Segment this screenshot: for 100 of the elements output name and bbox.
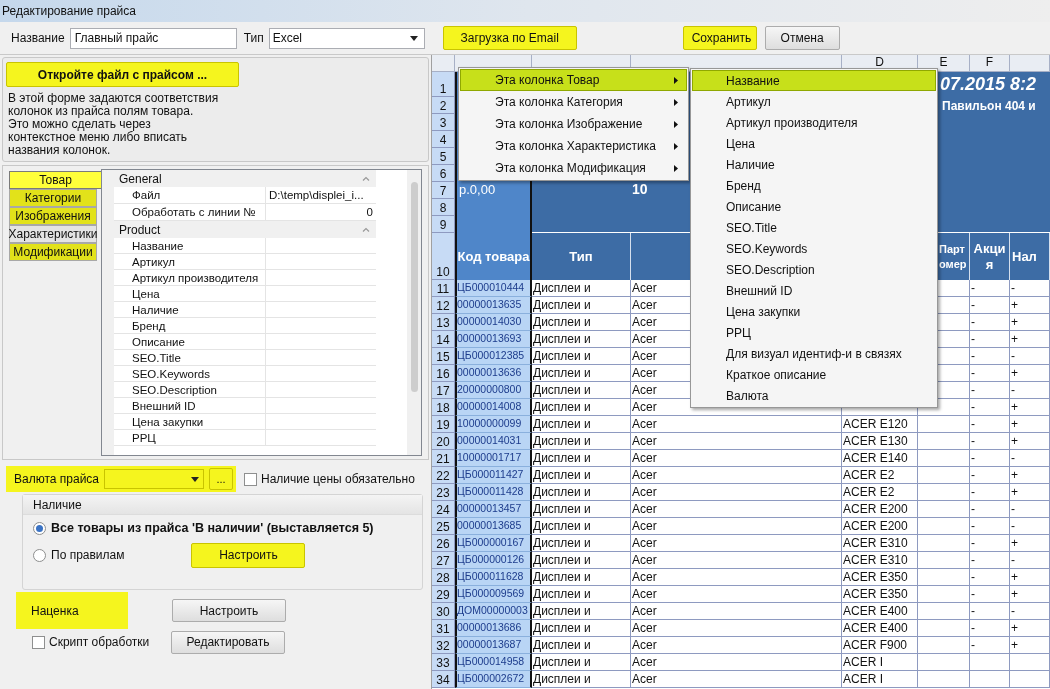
table-cell: ЦБ000000126: [455, 552, 532, 569]
menu-item[interactable]: Артикул: [692, 91, 936, 112]
currency-select[interactable]: [104, 469, 204, 489]
markup-button[interactable]: Настроить: [172, 599, 286, 622]
row-number[interactable]: 23: [432, 484, 455, 501]
menu-item[interactable]: Эта колонка Товар: [460, 69, 687, 91]
open-file-button[interactable]: Откройте файл с прайсом ...: [6, 62, 239, 87]
table-cell: Acer: [631, 654, 842, 671]
row-number[interactable]: 19: [432, 416, 455, 433]
row-number[interactable]: 31: [432, 620, 455, 637]
name-field[interactable]: Главный прайс: [69, 27, 237, 49]
table-cell: ДОМ00000003: [455, 603, 532, 620]
row-number[interactable]: 30: [432, 603, 455, 620]
chevron-up-icon: [362, 176, 370, 181]
table-cell: [1010, 654, 1050, 671]
table-cell: Дисплеи и: [532, 416, 631, 433]
more-button[interactable]: ...: [209, 468, 233, 490]
menu-item[interactable]: Эта колонка Изображение: [460, 113, 687, 135]
row-number[interactable]: 2: [432, 97, 455, 114]
category-row[interactable]: Product: [114, 221, 376, 238]
row-number[interactable]: 33: [432, 654, 455, 671]
table-cell: Acer: [631, 552, 842, 569]
menu-item[interactable]: Название: [692, 70, 936, 91]
menu-item[interactable]: Описание: [692, 196, 936, 217]
side-tab[interactable]: Товар: [9, 171, 101, 189]
row-number[interactable]: 4: [432, 131, 455, 148]
table-cell: Acer: [631, 484, 842, 501]
edit-button[interactable]: Редактировать: [171, 630, 285, 654]
row-number[interactable]: 8: [432, 199, 455, 216]
property-value[interactable]: D:\temp\displei_i...: [266, 187, 376, 203]
row-number[interactable]: 9: [432, 216, 455, 233]
table-cell: +: [1010, 416, 1050, 433]
row-number[interactable]: 11: [432, 280, 455, 297]
table-cell: [918, 535, 970, 552]
row-number[interactable]: 15: [432, 348, 455, 365]
table-cell: +: [1010, 484, 1050, 501]
toolbar-button[interactable]: Отмена: [764, 26, 840, 50]
row-number[interactable]: 25: [432, 518, 455, 535]
table-cell: -: [970, 331, 1010, 348]
toolbar-button[interactable]: Сохранить: [682, 26, 757, 50]
table-cell: [918, 654, 970, 671]
radio-label: По правилам: [51, 547, 125, 564]
row-number[interactable]: 17: [432, 382, 455, 399]
side-tab[interactable]: Характеристики: [9, 225, 97, 243]
table-cell: 20000000800: [455, 382, 532, 399]
row-number[interactable]: 34: [432, 671, 455, 688]
row-number[interactable]: 28: [432, 569, 455, 586]
table-cell: -: [970, 314, 1010, 331]
configure-button[interactable]: Настроить: [191, 542, 306, 568]
menu-item[interactable]: Цена: [692, 133, 936, 154]
table-cell: -: [970, 433, 1010, 450]
row-number[interactable]: 32: [432, 637, 455, 654]
row-number[interactable]: 21: [432, 450, 455, 467]
category-label: General: [119, 170, 162, 188]
menu-item[interactable]: Артикул производителя: [692, 112, 936, 133]
column-letter-cell[interactable]: E: [918, 55, 970, 72]
checkbox[interactable]: [244, 472, 257, 486]
property-value[interactable]: 0: [266, 204, 376, 220]
row-number[interactable]: 6: [432, 165, 455, 182]
row-number[interactable]: 7: [432, 182, 455, 199]
row-number[interactable]: 14: [432, 331, 455, 348]
row-number[interactable]: 5: [432, 148, 455, 165]
side-tab[interactable]: Категории: [9, 189, 97, 207]
table-cell: ACER E130: [842, 433, 918, 450]
column-letter-cell[interactable]: [432, 55, 455, 72]
menu-item[interactable]: Бренд: [692, 175, 936, 196]
row-number[interactable]: 22: [432, 467, 455, 484]
row-number[interactable]: 3: [432, 114, 455, 131]
row-number[interactable]: 29: [432, 586, 455, 603]
table-cell: Дисплеи и: [532, 348, 631, 365]
row-number[interactable]: 12: [432, 297, 455, 314]
row-number[interactable]: 16: [432, 365, 455, 382]
menu-item[interactable]: Эта колонка Категория: [460, 91, 687, 113]
radio-button[interactable]: [33, 548, 46, 562]
table-cell: -: [1010, 603, 1050, 620]
row-number[interactable]: 27: [432, 552, 455, 569]
checkbox[interactable]: [32, 635, 45, 649]
menu-item[interactable]: Эта колонка Модификация: [460, 157, 687, 179]
column-letter-cell[interactable]: [1010, 55, 1050, 72]
column-letter-cell[interactable]: F: [970, 55, 1010, 72]
scrollbar[interactable]: [407, 170, 421, 455]
row-number[interactable]: 20: [432, 433, 455, 450]
property-label: Артикул производителя: [114, 270, 266, 285]
row-number[interactable]: 24: [432, 501, 455, 518]
side-tab[interactable]: Изображения: [9, 207, 97, 225]
table-cell: Дисплеи и: [532, 331, 631, 348]
menu-item[interactable]: Наличие: [692, 154, 936, 175]
toolbar-button[interactable]: Загрузка по Email: [442, 26, 577, 50]
table-cell: +: [1010, 620, 1050, 637]
row-number[interactable]: 26: [432, 535, 455, 552]
type-select[interactable]: Excel: [268, 27, 425, 49]
menu-item[interactable]: Эта колонка Характеристика: [460, 135, 687, 157]
row-number[interactable]: 1: [432, 72, 455, 97]
side-tab[interactable]: Модификации: [9, 243, 97, 261]
category-row[interactable]: General: [114, 170, 376, 187]
table-cell: Acer: [631, 569, 842, 586]
row-number[interactable]: 18: [432, 399, 455, 416]
row-number[interactable]: 10: [432, 233, 455, 280]
row-number[interactable]: 13: [432, 314, 455, 331]
radio-button[interactable]: [33, 521, 46, 535]
